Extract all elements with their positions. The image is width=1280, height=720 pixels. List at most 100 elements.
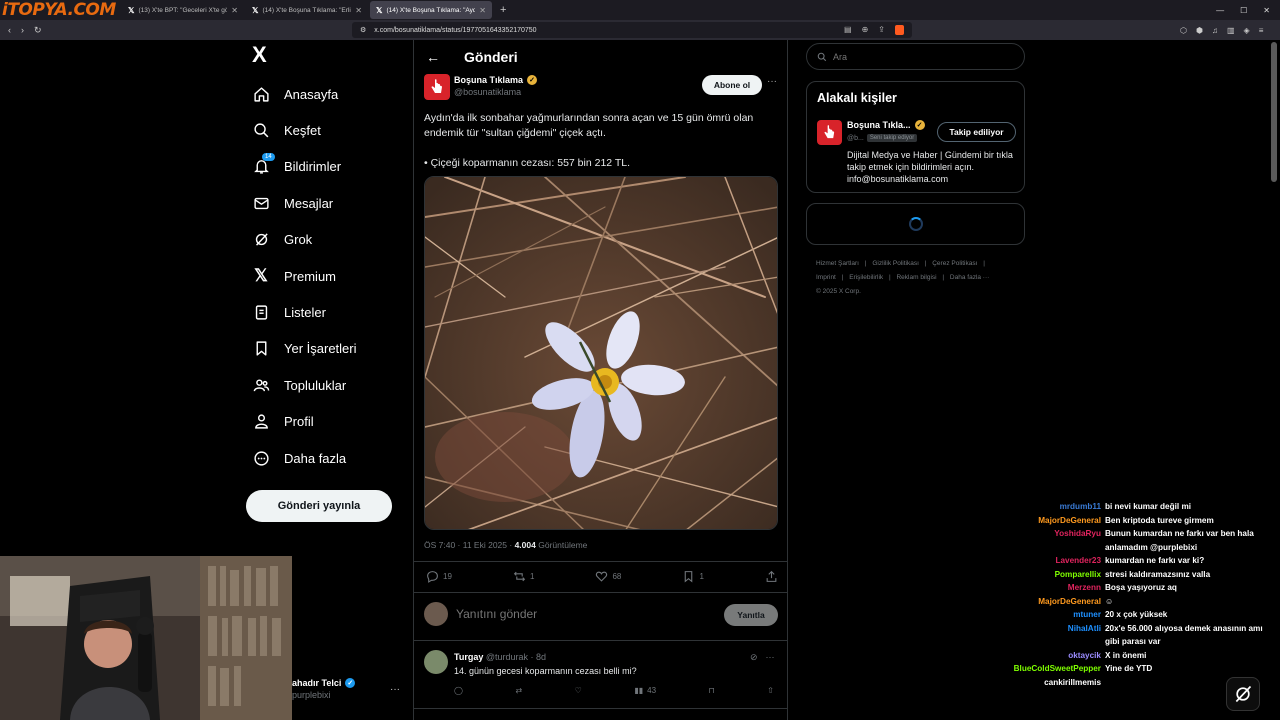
reply-icon[interactable]: ◯ <box>454 686 463 695</box>
nav-item-more[interactable]: Daha fazla <box>248 440 408 476</box>
search-input[interactable] <box>833 51 1003 62</box>
nav-item-messages[interactable]: Mesajlar <box>248 185 408 221</box>
close-icon[interactable]: ✕ <box>231 6 238 15</box>
comment-handle[interactable]: @turdurak <box>486 652 528 662</box>
zoom-icon[interactable]: ⊕ <box>862 25 869 35</box>
chat-username: Pomparellix <box>1054 569 1101 579</box>
scroll-thumb[interactable] <box>1271 42 1277 182</box>
back-icon[interactable]: ‹ <box>8 25 11 36</box>
grok-logo-icon[interactable] <box>1226 677 1260 711</box>
menu-icon[interactable]: ≡ <box>1259 26 1264 35</box>
views-action[interactable]: ▮▮ 43 <box>634 686 656 695</box>
repost-action[interactable]: 1 <box>513 570 534 583</box>
browser-tab-3[interactable]: 𝕏 (14) X'te Boşuna Tıklama: "Aydın'da il… <box>370 1 492 19</box>
loading-spinner-icon <box>908 217 923 231</box>
nav-item-lists[interactable]: Listeler <box>248 294 408 330</box>
post-button[interactable]: Gönderi yayınla <box>246 490 392 522</box>
reload-icon[interactable]: ↻ <box>34 25 42 36</box>
footer-link[interactable]: Erişilebilirlik <box>849 274 883 281</box>
footer-link[interactable]: Çerez Politikası <box>932 260 977 267</box>
author-handle[interactable]: @bosunatiklama <box>454 87 521 97</box>
related-handle[interactable]: @b... <box>847 135 864 142</box>
wallet-icon[interactable]: ◈ <box>1244 26 1250 35</box>
music-icon[interactable]: ♫ <box>1212 26 1218 35</box>
reply-input[interactable] <box>456 607 716 621</box>
extension-icon[interactable]: ⬡ <box>1180 26 1187 35</box>
streamer-profile[interactable]: ahadır Telci ✓ purplebixi <box>292 678 356 700</box>
heart-icon[interactable]: ♡ <box>575 686 582 695</box>
related-name[interactable]: Boşuna Tıkla... ✓ <box>847 120 925 130</box>
site-settings-icon[interactable]: ⚙ <box>360 26 366 34</box>
nav-item-explore[interactable]: Keşfet <box>248 112 408 148</box>
post-text: Aydın'da ilk sonbahar yağmurlarından son… <box>414 106 787 171</box>
maximize-icon[interactable]: ☐ <box>1240 6 1247 15</box>
bookmark-action[interactable]: 1 <box>682 570 704 583</box>
bookmark-icon[interactable]: ⊓ <box>709 686 715 695</box>
repost-icon <box>513 571 526 581</box>
extension-icon[interactable]: ⬢ <box>1196 26 1203 35</box>
streamer-name: ahadır Telci ✓ <box>292 678 356 688</box>
share-icon <box>766 570 777 582</box>
chat-username: MajorDeGeneral <box>1038 515 1101 525</box>
tab-title: (13) X'te BPT: "Geceleri X'te gönderi pa… <box>138 6 228 14</box>
related-avatar[interactable] <box>817 120 842 145</box>
footer-link[interactable]: Gizlilik Politikası <box>872 260 919 267</box>
share-action[interactable] <box>765 570 778 583</box>
address-bar[interactable]: ⚙ x.com/bosunatiklama/status/19770516433… <box>352 22 912 38</box>
footer-link[interactable]: Hizmet Şartları <box>816 260 859 267</box>
chat-message: BlueColdSweetPepper Yine de YTD <box>1000 662 1280 676</box>
more-options-icon[interactable]: ··· <box>766 652 775 663</box>
reader-icon[interactable]: ▤ <box>844 25 852 35</box>
brand-logo: iTOPYA.COM <box>2 0 116 20</box>
close-window-icon[interactable]: ✕ <box>1263 6 1270 15</box>
nav-item-grok[interactable]: Grok <box>248 222 408 258</box>
nav-item-communities[interactable]: Topluluklar <box>248 367 408 403</box>
footer-separator: | <box>924 260 927 267</box>
related-name-text: Boşuna Tıkla... <box>847 120 911 130</box>
nav-item-home[interactable]: Anasayfa <box>248 76 408 112</box>
more-options-icon[interactable]: ··· <box>390 684 400 695</box>
subscribe-button[interactable]: Abone ol <box>702 75 762 95</box>
new-tab-icon[interactable]: + <box>494 4 512 16</box>
search-box[interactable] <box>806 43 1025 70</box>
sidebar-icon[interactable]: ▥ <box>1227 26 1235 35</box>
nav-item-profile[interactable]: Profil <box>248 404 408 440</box>
brave-shield-icon[interactable] <box>895 25 904 35</box>
footer-link[interactable]: Daha fazla ··· <box>950 274 989 281</box>
avatar[interactable] <box>424 650 448 674</box>
post-image[interactable] <box>424 176 778 530</box>
reply-button[interactable]: Yanıtla <box>724 604 778 626</box>
post-timestamp[interactable]: ÖS 7:40 · 11 Eki 2025 · <box>424 540 512 550</box>
close-icon[interactable]: ✕ <box>355 6 362 15</box>
like-action[interactable]: 68 <box>595 570 621 583</box>
nav-item-bookmarks[interactable]: Yer İşaretleri <box>248 331 408 367</box>
share-icon[interactable]: ⇧ <box>767 686 774 695</box>
heart-icon <box>596 571 608 582</box>
share-icon[interactable]: ⇪ <box>878 25 885 35</box>
repost-icon[interactable]: ⇄ <box>515 686 522 695</box>
browser-tab-2[interactable]: 𝕏 (14) X'te Boşuna Tıklama: "Erling Haal… <box>246 1 368 19</box>
reply-action[interactable]: 19 <box>426 570 452 583</box>
back-arrow-icon[interactable]: ← <box>426 49 440 65</box>
footer-link[interactable]: Imprint <box>816 274 836 281</box>
author-name[interactable]: Boşuna Tıklama ✓ <box>454 75 538 85</box>
close-icon[interactable]: ✕ <box>479 6 486 15</box>
grok-icon <box>252 231 270 249</box>
nav-item-premium[interactable]: 𝕏 Premium <box>248 258 408 294</box>
minimize-icon[interactable]: — <box>1216 6 1224 15</box>
chat-username: Merzenn <box>1067 583 1101 592</box>
author-avatar[interactable] <box>424 74 450 100</box>
chat-message: MajorDeGeneral ☺ <box>1000 595 1280 609</box>
x-logo-icon[interactable]: X <box>252 42 408 76</box>
more-options-icon[interactable]: ··· <box>767 76 777 87</box>
nav-item-notifications[interactable]: 14 Bildirimler <box>248 149 408 185</box>
comment-author[interactable]: Turgay <box>454 652 483 662</box>
grok-icon[interactable]: ⊘ <box>750 652 758 663</box>
footer-link[interactable]: Reklam bilgisi <box>896 274 936 281</box>
chat-message: mtuner 20 x çok yüksek <box>1000 608 1280 622</box>
forward-icon[interactable]: › <box>21 25 24 36</box>
chat-text: Bunun kumardan ne farkı var ben hala anl… <box>1105 529 1254 552</box>
following-button[interactable]: Takip ediliyor <box>937 122 1016 142</box>
browser-tab-1[interactable]: 𝕏 (13) X'te BPT: "Geceleri X'te gönderi … <box>122 1 244 19</box>
nav-label: Anasayfa <box>284 86 339 102</box>
